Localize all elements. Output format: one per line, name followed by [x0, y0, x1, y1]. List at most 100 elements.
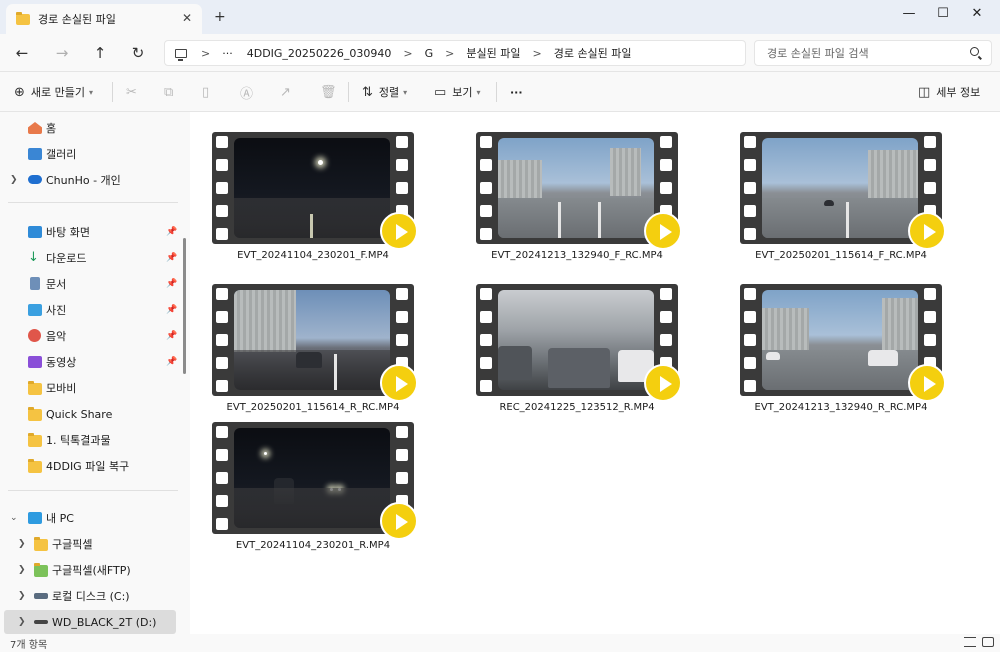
tiles-view-icon[interactable] — [982, 637, 994, 647]
sidebar-item-music[interactable]: 음악 📌 — [0, 324, 178, 348]
cut-button[interactable]: ✂ — [126, 72, 143, 112]
share-button[interactable]: ↗ — [280, 72, 297, 112]
chevron-right-icon[interactable]: ❯ — [10, 175, 18, 185]
breadcrumb-item-current[interactable]: 경로 손실된 파일 — [554, 45, 632, 61]
sidebar-item-videos[interactable]: 동영상 📌 — [0, 350, 178, 374]
sidebar-item-label: ChunHo - 개인 — [46, 174, 121, 187]
pin-icon[interactable]: 📌 — [166, 331, 177, 341]
rename-button[interactable]: Ⓐ — [240, 72, 259, 112]
sidebar-item-pictures[interactable]: 사진 📌 — [0, 298, 178, 322]
sidebar-item-desktop[interactable]: 바탕 화면 📌 — [0, 220, 178, 244]
sidebar-item-onedrive[interactable]: ❯ ChunHo - 개인 — [0, 168, 178, 192]
details-view-icon[interactable] — [964, 637, 976, 647]
item-count: 7개 항목 — [10, 640, 48, 651]
pin-icon[interactable]: 📌 — [166, 279, 177, 289]
tab-close-button[interactable]: ✕ — [182, 11, 192, 25]
chevron-right-icon[interactable]: ❯ — [18, 565, 26, 575]
file-tile[interactable]: EVT_20241104_230201_R.MP4 — [212, 422, 422, 552]
pin-icon[interactable]: 📌 — [166, 253, 177, 263]
close-window-button[interactable]: ✕ — [954, 0, 1000, 26]
sidebar-item-folder-movavi[interactable]: 모바비 — [0, 376, 178, 400]
tab-current[interactable]: 경로 손실된 파일 ✕ — [6, 4, 202, 34]
delete-button[interactable]: 🗑 — [320, 72, 343, 112]
chevron-down-icon: ▾ — [476, 87, 481, 97]
search-placeholder: 경로 손실된 파일 검색 — [767, 47, 869, 60]
sidebar-item-label: 동영상 — [46, 356, 77, 369]
refresh-button[interactable]: ↻ — [126, 42, 150, 64]
view-button[interactable]: ▭ 보기 ▾ — [434, 72, 481, 112]
chevron-right-icon[interactable]: ❯ — [18, 539, 26, 549]
folder-icon — [28, 459, 42, 473]
sidebar-item-folder-4ddig[interactable]: 4DDIG 파일 복구 — [0, 454, 178, 478]
download-icon: ↓ — [28, 250, 39, 265]
view-button-label: 보기 — [452, 86, 473, 99]
sidebar-item-drive-pixel[interactable]: ❯ 구글픽셀 — [0, 532, 178, 556]
chevron-down-icon[interactable]: ⌄ — [10, 513, 18, 523]
play-icon — [644, 364, 682, 402]
copy-button[interactable]: ⧉ — [164, 72, 179, 112]
play-icon — [380, 502, 418, 540]
file-tile[interactable]: REC_20241225_123512_R.MP4 — [476, 284, 686, 414]
details-pane-button[interactable]: ◫ 세부 정보 — [918, 72, 980, 112]
more-options-button[interactable]: ··· — [510, 72, 523, 112]
address-more-button[interactable]: ··· — [222, 47, 233, 60]
breadcrumb-item-root[interactable]: 4DDIG_20250226_030940 — [247, 47, 392, 60]
address-separator: > — [201, 46, 211, 60]
network-folder-icon — [34, 563, 48, 577]
chevron-right-icon[interactable]: ❯ — [18, 591, 26, 601]
file-tile[interactable]: EVT_20241213_132940_R_RC.MP4 — [740, 284, 950, 414]
file-tile[interactable]: EVT_20250201_115614_R_RC.MP4 — [212, 284, 422, 414]
new-button-label: 새로 만들기 — [30, 86, 86, 99]
paste-button[interactable]: ▯ — [202, 72, 215, 112]
search-input[interactable]: 경로 손실된 파일 검색 — [754, 40, 992, 66]
sidebar-item-home[interactable]: 홈 — [0, 116, 178, 140]
pin-icon[interactable]: 📌 — [166, 357, 177, 367]
sidebar-item-this-pc[interactable]: ⌄ 내 PC — [0, 506, 178, 530]
sidebar-item-label: 1. 틱톡결과물 — [46, 434, 111, 447]
music-icon — [28, 329, 41, 342]
sidebar-item-drive-c[interactable]: ❯ 로컬 디스크 (C:) — [0, 584, 178, 608]
sidebar-item-folder-quick-share[interactable]: Quick Share — [0, 402, 178, 426]
file-tile[interactable]: EVT_20250201_115614_F_RC.MP4 — [740, 132, 950, 262]
sort-button[interactable]: ⇅ 정렬 ▾ — [362, 72, 407, 112]
sidebar-scrollbar[interactable] — [183, 238, 186, 374]
sidebar-item-gallery[interactable]: 갤러리 — [0, 142, 178, 166]
back-button[interactable]: ← — [10, 42, 34, 64]
more-icon: ··· — [510, 85, 523, 99]
sidebar-divider — [8, 490, 178, 491]
home-icon — [28, 122, 42, 134]
sidebar-item-label: Quick Share — [46, 407, 113, 421]
sidebar-item-folder-tiktok[interactable]: 1. 틱톡결과물 — [0, 428, 178, 452]
pin-icon[interactable]: 📌 — [166, 227, 177, 237]
file-tile[interactable]: EVT_20241104_230201_F.MP4 — [212, 132, 422, 262]
navigation-pane: 홈 갤러리 ❯ ChunHo - 개인 바탕 화면 📌 ↓ 다운로드 📌 문서 … — [0, 112, 190, 634]
scissors-icon: ✂ — [126, 84, 137, 100]
play-icon — [644, 212, 682, 250]
sidebar-item-drive-d[interactable]: ❯ WD_BLACK_2T (D:) — [4, 610, 176, 634]
play-icon — [908, 212, 946, 250]
new-tab-button[interactable]: + — [214, 9, 226, 25]
sidebar-item-drive-pixel-ftp[interactable]: ❯ 구글픽셀(새FTP) — [0, 558, 178, 582]
paste-icon: ▯ — [202, 84, 210, 100]
rename-icon: Ⓐ — [240, 86, 254, 102]
sidebar-item-documents[interactable]: 문서 📌 — [0, 272, 178, 296]
sidebar-divider — [8, 202, 178, 203]
address-bar[interactable]: > ··· 4DDIG_20250226_030940 > G > 분실된 파일… — [164, 40, 746, 66]
chevron-down-icon: ▾ — [403, 87, 408, 97]
pc-icon — [175, 48, 187, 61]
up-button[interactable]: ↑ — [88, 42, 112, 64]
disk-icon — [34, 620, 48, 624]
document-icon — [30, 277, 40, 290]
sidebar-item-label: 홈 — [46, 122, 57, 135]
sidebar-item-downloads[interactable]: ↓ 다운로드 📌 — [0, 246, 178, 270]
file-tile[interactable]: EVT_20241213_132940_F_RC.MP4 — [476, 132, 686, 262]
new-button[interactable]: ⊕ 새로 만들기 ▾ — [14, 72, 93, 112]
folder-icon — [28, 381, 42, 395]
pin-icon[interactable]: 📌 — [166, 305, 177, 315]
sort-icon: ⇅ — [362, 84, 373, 100]
forward-button[interactable]: → — [50, 42, 74, 64]
chevron-right-icon[interactable]: ❯ — [18, 617, 26, 627]
divider — [348, 82, 349, 102]
breadcrumb-item-drive[interactable]: G — [425, 47, 434, 60]
breadcrumb-item-lost-files[interactable]: 분실된 파일 — [466, 45, 520, 61]
